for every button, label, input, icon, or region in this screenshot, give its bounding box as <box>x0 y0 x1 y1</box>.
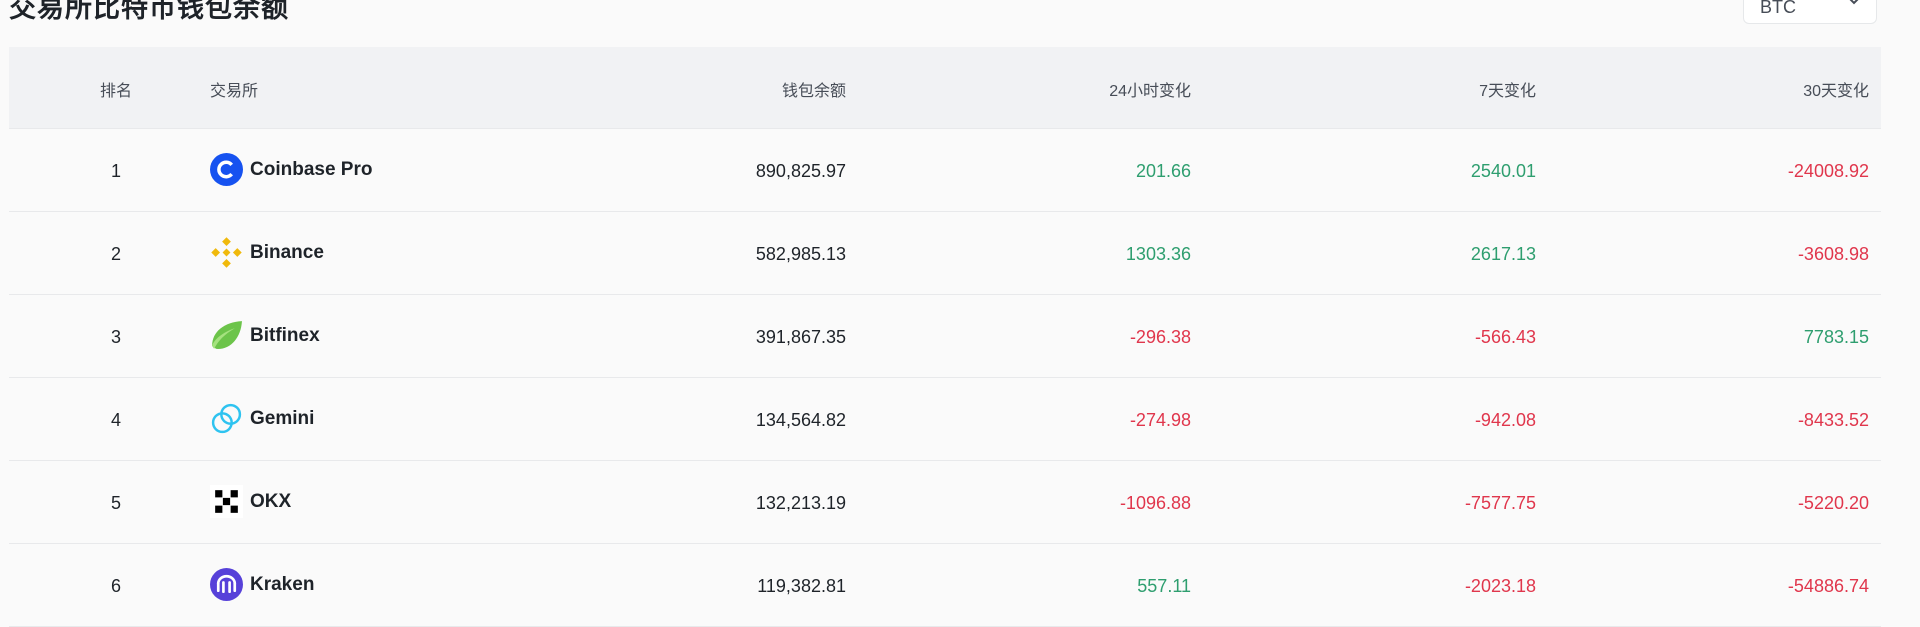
change-7d-cell: 2540.01 <box>1470 161 1536 181</box>
change-24h-cell: -274.98 <box>1129 410 1191 430</box>
change-24h-cell: 1303.36 <box>1125 244 1191 264</box>
currency-select[interactable]: BTC <box>1743 0 1877 24</box>
change-30d-cell: -3608.98 <box>1797 244 1869 264</box>
page-title: 交易所比特币钱包余额 <box>9 0 289 24</box>
bitfinex-logo-icon <box>212 321 242 349</box>
exchange-name: Gemini <box>250 407 315 429</box>
currency-select-value: BTC <box>1760 0 1796 17</box>
exchange-cell[interactable]: Bitfinex <box>210 319 320 352</box>
change-30d-cell: -54886.74 <box>1787 576 1869 596</box>
exchange-cell[interactable]: Binance <box>210 236 324 269</box>
change-24h-cell: 201.66 <box>1135 161 1191 181</box>
binance-logo-icon <box>211 237 242 268</box>
balance-cell: 890,825.97 <box>755 161 846 181</box>
header-change-30d[interactable]: 30天变化 <box>1803 77 1869 101</box>
header-change-24h[interactable]: 24小时变化 <box>1109 77 1191 101</box>
exchange-name: OKX <box>250 490 292 512</box>
table-row[interactable]: 5 OKX 132,213.19 -1096.88 -7577.75 -5220.20 <box>9 461 1881 544</box>
change-24h-cell: -1096.88 <box>1119 493 1191 513</box>
table-row[interactable]: 4 Gemini 134,564.82 -274.98 -942.08 -8433.52 <box>9 378 1881 461</box>
chevron-down-icon <box>1849 0 1859 5</box>
exchange-name: Bitfinex <box>250 324 320 346</box>
change-7d-cell: -566.43 <box>1474 327 1536 347</box>
exchange-cell[interactable]: Gemini <box>210 402 314 435</box>
balance-cell: 132,213.19 <box>755 493 846 513</box>
gemini-logo-icon <box>211 403 242 434</box>
exchange-cell[interactable]: Kraken <box>210 568 314 601</box>
change-7d-cell: 2617.13 <box>1470 244 1536 264</box>
balance-cell: 119,382.81 <box>757 576 846 596</box>
change-24h-cell: -296.38 <box>1129 327 1191 347</box>
balance-cell: 391,867.35 <box>755 327 846 347</box>
table-row[interactable]: 3 Bitfinex 391,867.35 -296.38 -566.43 7783.15 <box>9 295 1881 378</box>
exchange-name: Binance <box>250 241 324 263</box>
table-body: 1 Coinbase Pro 890,825.97 201.66 2540.01 -240… <box>9 129 1881 627</box>
change-7d-cell: -2023.18 <box>1464 576 1536 596</box>
change-30d-cell: -5220.20 <box>1797 493 1869 513</box>
change-30d-cell: 7783.15 <box>1803 327 1869 347</box>
okx-logo-icon <box>210 485 243 518</box>
header-exchange: 交易所 <box>210 83 259 100</box>
exchange-name: Coinbase Pro <box>250 158 373 180</box>
change-30d-cell: -24008.92 <box>1787 161 1869 181</box>
header-change-7d[interactable]: 7天变化 <box>1479 77 1536 101</box>
exchange-balance-table: 排名 交易所 钱包余额 24小时变化 7天变化 30天变化 1 Coinbase … <box>9 47 1881 627</box>
exchange-cell[interactable]: OKX <box>210 485 291 518</box>
table-row[interactable]: 2 Binance 582,985.13 1303.36 2617.13 -3608.98 <box>9 212 1881 295</box>
balance-cell: 134,564.82 <box>755 410 846 430</box>
change-24h-cell: 557.11 <box>1137 576 1191 596</box>
change-7d-cell: -7577.75 <box>1464 493 1536 513</box>
change-7d-cell: -942.08 <box>1474 410 1536 430</box>
header-balance[interactable]: 钱包余额 <box>782 77 846 101</box>
exchange-cell[interactable]: Coinbase Pro <box>210 153 372 186</box>
table-row[interactable]: 6 Kraken 119,382.81 557.11 -2023.18 -54886.74 <box>9 544 1881 627</box>
kraken-logo-icon <box>210 568 243 601</box>
exchange-name: Kraken <box>250 573 315 595</box>
table-row[interactable]: 1 Coinbase Pro 890,825.97 201.66 2540.01 -240… <box>9 129 1881 212</box>
table-header: 排名 交易所 钱包余额 24小时变化 7天变化 30天变化 <box>9 47 1881 129</box>
coinbase-logo-icon <box>210 153 243 186</box>
change-30d-cell: -8433.52 <box>1797 410 1869 430</box>
balance-cell: 582,985.13 <box>755 244 846 264</box>
